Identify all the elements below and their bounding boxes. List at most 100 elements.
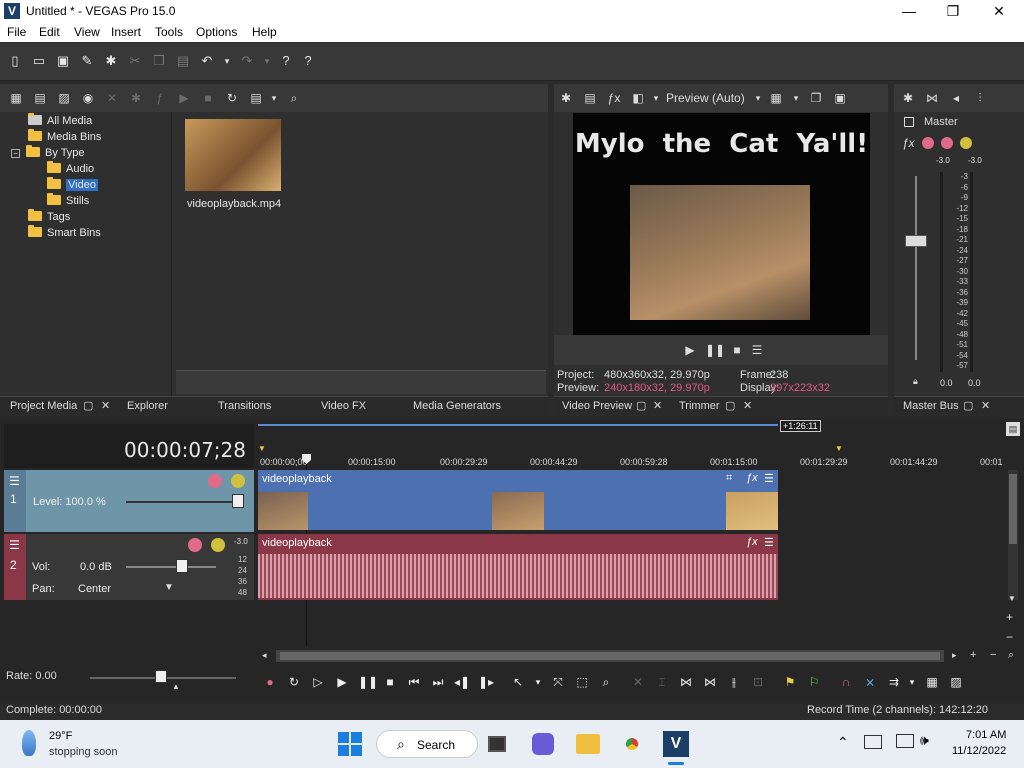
copy-snapshot-icon[interactable]: ❐: [808, 90, 824, 106]
close-button[interactable]: ✕: [976, 2, 1022, 20]
enable-snapping-icon[interactable]: ∩: [838, 674, 854, 690]
auto-crossfade-icon[interactable]: ⨯: [862, 674, 878, 690]
menu-tools[interactable]: Tools: [155, 25, 183, 39]
tree-by-type[interactable]: − By Type: [11, 145, 85, 159]
show-hidden-icons-chevron[interactable]: ⌃: [837, 734, 849, 751]
keyboard-icon[interactable]: [864, 735, 882, 749]
import-media-icon[interactable]: ▤: [32, 90, 48, 106]
preview-quality-select[interactable]: Preview (Auto): [666, 91, 745, 105]
whats-this-help-icon[interactable]: ?: [278, 53, 294, 69]
menu-file[interactable]: File: [7, 25, 26, 39]
tree-all-media[interactable]: All Media: [28, 113, 92, 127]
save-snapshot-icon[interactable]: ▣: [832, 90, 848, 106]
master-mute-icon[interactable]: [941, 137, 953, 149]
maximize-button[interactable]: ❐: [930, 2, 976, 20]
rate-handle[interactable]: [155, 670, 167, 683]
overlays-grid-icon[interactable]: ▦: [768, 90, 784, 106]
trim-end-icon[interactable]: ⋈: [702, 674, 718, 690]
media-thumbnail[interactable]: [185, 119, 281, 191]
mixer-icon[interactable]: ⫶: [972, 90, 988, 106]
master-solo-icon[interactable]: [960, 137, 972, 149]
menu-options[interactable]: Options: [196, 25, 237, 39]
previous-frame-icon[interactable]: ◂❚: [454, 674, 470, 690]
timecode[interactable]: 00:00:07;28: [124, 438, 246, 462]
preview-pause-icon[interactable]: ❚❚: [705, 342, 725, 358]
start-windows-icon[interactable]: [338, 732, 362, 756]
loop-playback-icon[interactable]: ↻: [286, 674, 302, 690]
tree-stills[interactable]: Stills: [47, 193, 89, 207]
trim-icon[interactable]: ⌶: [654, 674, 670, 690]
tab-close-icon[interactable]: ✕: [653, 399, 662, 412]
delete-icon[interactable]: ✕: [630, 674, 646, 690]
record-icon[interactable]: ●: [262, 674, 278, 690]
master-checkbox[interactable]: [904, 117, 914, 127]
redo-dropdown-icon[interactable]: ▾: [259, 53, 275, 69]
track-2-solo-icon[interactable]: [211, 538, 225, 552]
track-2-mute-icon[interactable]: [188, 538, 202, 552]
zoom-in-icon[interactable]: +: [970, 649, 976, 661]
external-monitor-icon[interactable]: ▤: [582, 90, 598, 106]
menu-view[interactable]: View: [74, 25, 100, 39]
weather-temperature[interactable]: 29°F: [49, 730, 72, 742]
tab-video-preview[interactable]: Video Preview: [562, 400, 632, 412]
go-to-start-icon[interactable]: ⏮: [406, 674, 422, 690]
tab-video-fx[interactable]: Video FX: [321, 400, 366, 412]
cut-icon[interactable]: ✂: [127, 53, 143, 69]
ignore-grouping-icon[interactable]: ▨: [948, 674, 964, 690]
new-file-icon[interactable]: ▯: [7, 53, 23, 69]
redo-icon[interactable]: ↷: [239, 53, 255, 69]
collapse-icon[interactable]: −: [11, 149, 20, 158]
tab-master-bus[interactable]: Master Bus: [903, 400, 959, 412]
loop-end-marker[interactable]: ▼: [835, 444, 843, 453]
edit-tool-dropdown-icon[interactable]: ▾: [530, 674, 546, 690]
pause-icon[interactable]: ❚❚: [358, 674, 378, 690]
zoom-in-vertical-icon[interactable]: +: [1006, 610, 1013, 624]
split-screen-icon[interactable]: ◧: [630, 90, 646, 106]
track-1-level-slider[interactable]: [126, 501, 238, 503]
go-to-end-icon[interactable]: ⏭: [430, 674, 446, 690]
master-properties-gear-icon[interactable]: ✱: [900, 90, 916, 106]
split-dropdown-icon[interactable]: ▾: [648, 90, 664, 106]
play-icon[interactable]: ▶: [176, 90, 192, 106]
properties-gear-icon[interactable]: ✱: [103, 53, 119, 69]
clock-time[interactable]: 7:01 AM: [966, 729, 1006, 741]
vertical-scroll-thumb[interactable]: [1009, 474, 1017, 544]
zoom-out-vertical-icon[interactable]: −: [1006, 630, 1013, 644]
scroll-left-icon[interactable]: ◂: [262, 650, 267, 661]
tab-transitions[interactable]: Transitions: [218, 400, 271, 412]
play-from-start-icon[interactable]: ▷: [310, 674, 326, 690]
preview-play-icon[interactable]: ▶: [682, 342, 698, 358]
audio-clip[interactable]: videoplayback ƒx ☰: [258, 534, 778, 600]
loop-region-bar[interactable]: [258, 424, 778, 426]
tree-audio[interactable]: Audio: [47, 161, 94, 175]
media-fx-icon[interactable]: ƒ: [152, 90, 168, 106]
clip-fx-icon[interactable]: ƒx: [746, 472, 758, 484]
menu-insert[interactable]: Insert: [111, 25, 141, 39]
tree-media-bins[interactable]: Media Bins: [28, 129, 101, 143]
clip-fx-icon[interactable]: ƒx: [746, 536, 758, 548]
play-icon[interactable]: ▶: [334, 674, 350, 690]
time-ruler[interactable]: 00:00:00;00 00:00:15:00 00:00:29:29 00:0…: [258, 454, 1006, 470]
marker-bar-icon[interactable]: ▤: [1006, 422, 1020, 436]
tab-close-icon[interactable]: ✕: [981, 399, 990, 412]
preview-stop-icon[interactable]: ■: [729, 342, 745, 358]
tab-close-icon[interactable]: ✕: [743, 399, 752, 412]
normal-edit-tool-icon[interactable]: ↖: [510, 674, 526, 690]
chat-icon[interactable]: [532, 733, 554, 755]
preview-properties-gear-icon[interactable]: ✱: [558, 90, 574, 106]
scroll-down-icon[interactable]: ▼: [1008, 594, 1016, 603]
lock-icon[interactable]: ⊡: [750, 674, 766, 690]
task-view-icon[interactable]: [488, 736, 506, 752]
volume-icon[interactable]: 🕪︎: [920, 732, 929, 749]
network-icon[interactable]: [896, 734, 914, 748]
split-icon[interactable]: ⫲: [726, 674, 742, 690]
get-media-web-icon[interactable]: ◉: [80, 90, 96, 106]
preview-menu-icon[interactable]: ☰: [749, 342, 765, 358]
tree-tags[interactable]: Tags: [28, 209, 70, 223]
copy-icon[interactable]: ❐: [151, 53, 167, 69]
zoom-out-icon[interactable]: −: [990, 649, 996, 661]
track-menu-icon[interactable]: ☰: [9, 538, 20, 552]
media-filename[interactable]: videoplayback.mp4: [187, 198, 281, 210]
tab-maximize-icon[interactable]: ▢: [636, 399, 646, 412]
clip-menu-icon[interactable]: ☰: [764, 472, 774, 485]
